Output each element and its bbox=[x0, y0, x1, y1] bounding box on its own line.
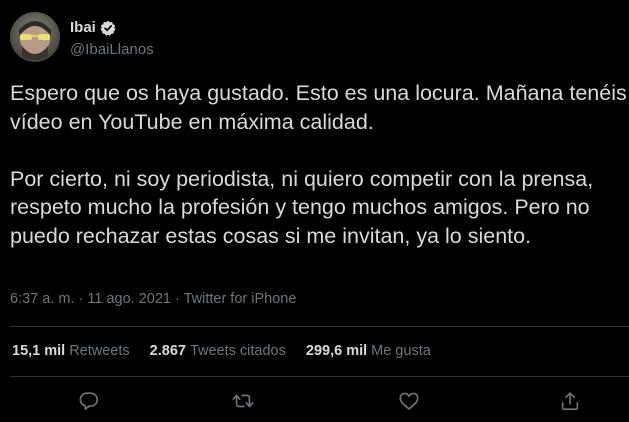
likes-count: 299,6 mil bbox=[305, 343, 368, 359]
retweet-button[interactable] bbox=[230, 388, 256, 414]
share-button[interactable] bbox=[557, 388, 583, 414]
quotes-stat[interactable]: 2.867 Tweets citados bbox=[150, 343, 286, 359]
retweets-label: Retweets bbox=[69, 343, 130, 359]
avatar-image bbox=[19, 21, 51, 60]
name-row: Ibai bbox=[70, 17, 154, 39]
like-icon bbox=[399, 392, 419, 410]
tweet-meta[interactable]: 6:37 a. m. · 11 ago. 2021 · Twitter for … bbox=[10, 291, 296, 307]
retweets-count: 15,1 mil bbox=[12, 343, 66, 359]
display-name[interactable]: Ibai bbox=[70, 19, 96, 36]
quotes-label: Tweets citados bbox=[189, 343, 286, 359]
user-handle[interactable]: @IbaiLlanos bbox=[70, 41, 154, 58]
share-icon bbox=[561, 392, 579, 411]
divider bbox=[10, 326, 629, 327]
tweet: Ibai @IbaiLlanos Espero que os haya gust… bbox=[0, 0, 629, 422]
quotes-count: 2.867 bbox=[149, 343, 186, 359]
avatar[interactable] bbox=[10, 12, 60, 62]
reply-button[interactable] bbox=[76, 388, 102, 414]
likes-stat[interactable]: 299,6 mil Me gusta bbox=[306, 343, 431, 359]
tweet-text: Espero que os haya gustado. Esto es una … bbox=[10, 81, 627, 248]
tweet-actions bbox=[0, 386, 629, 416]
tweet-header: Ibai @IbaiLlanos bbox=[10, 11, 154, 63]
divider bbox=[10, 376, 629, 377]
like-button[interactable] bbox=[396, 388, 422, 414]
retweets-stat[interactable]: 15,1 mil Retweets bbox=[12, 343, 130, 359]
verified-badge-icon bbox=[100, 20, 116, 36]
reply-icon bbox=[79, 392, 99, 410]
tweet-stats: 15,1 mil Retweets 2.867 Tweets citados 299… bbox=[12, 343, 451, 359]
retweet-icon bbox=[232, 394, 254, 408]
user-names: Ibai @IbaiLlanos bbox=[70, 12, 154, 62]
likes-label: Me gusta bbox=[371, 343, 431, 359]
